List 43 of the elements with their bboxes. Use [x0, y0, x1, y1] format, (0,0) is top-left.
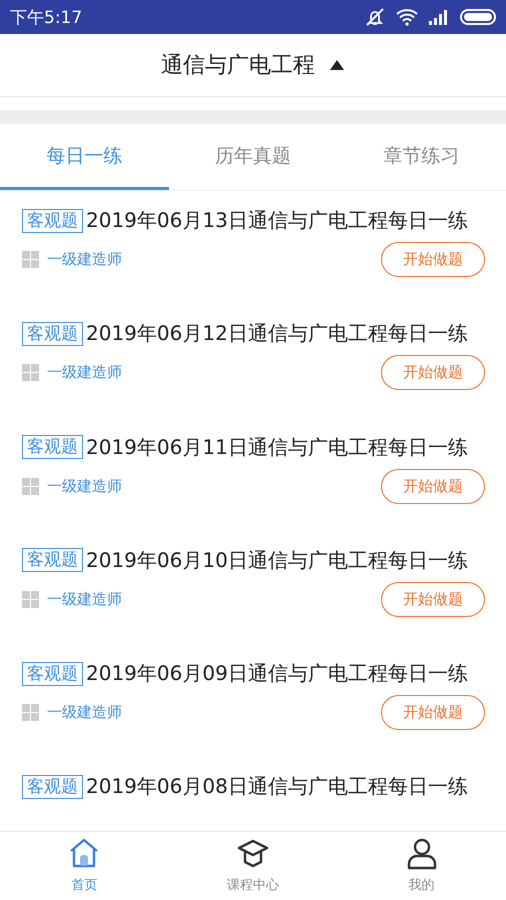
question-type-tag: 客观题 — [22, 208, 83, 232]
battery-icon — [460, 9, 496, 25]
home-icon — [68, 838, 100, 870]
nav-item[interactable]: 我的 — [337, 832, 506, 900]
person-icon — [406, 838, 438, 870]
practice-title[interactable]: 2019年06月10日通信与广电工程每日一练 — [86, 546, 468, 574]
nav-item[interactable]: 首页 — [0, 832, 169, 900]
question-type-tag: 客观题 — [22, 548, 83, 572]
question-type-tag: 客观题 — [22, 774, 83, 799]
practice-title[interactable]: 2019年06月11日通信与广电工程每日一练 — [86, 434, 468, 461]
practice-title[interactable]: 2019年06月13日通信与广电工程每日一练 — [86, 207, 468, 234]
mute-icon — [364, 7, 386, 27]
start-button[interactable]: 开始做题 — [381, 695, 485, 730]
status-time: 下午5:17 — [10, 6, 82, 28]
question-type-tag: 客观题 — [22, 435, 83, 460]
grid-icon — [22, 478, 39, 495]
question-type-tag: 客观题 — [22, 322, 83, 346]
header-title[interactable]: 通信与广电工程 — [161, 50, 315, 80]
category-label: 一级建造师 — [47, 250, 122, 269]
category-label: 一级建造师 — [47, 703, 122, 722]
start-button[interactable]: 开始做题 — [381, 242, 485, 277]
category-label: 一级建造师 — [47, 590, 122, 609]
signal-icon — [428, 9, 450, 25]
graduation-cap-icon — [237, 838, 269, 870]
start-button[interactable]: 开始做题 — [381, 355, 485, 390]
start-button[interactable]: 开始做题 — [381, 468, 485, 504]
grid-icon — [22, 251, 39, 268]
tab[interactable]: 章节练习 — [337, 124, 506, 190]
caret-icon[interactable] — [329, 59, 345, 71]
category-label: 一级建造师 — [47, 363, 122, 382]
tab[interactable]: 历年真题 — [168, 124, 338, 190]
question-type-tag: 客观题 — [22, 662, 83, 686]
category-label: 一级建造师 — [47, 476, 122, 496]
practice-title[interactable]: 2019年06月12日通信与广电工程每日一练 — [86, 320, 468, 348]
nav-item[interactable]: 课程中心 — [168, 832, 338, 900]
wifi-icon — [396, 8, 418, 26]
practice-title[interactable]: 2019年06月09日通信与广电工程每日一练 — [86, 660, 468, 688]
grid-icon — [22, 704, 39, 722]
tab[interactable]: 每日一练 — [0, 124, 169, 190]
grid-icon — [22, 590, 39, 608]
grid-icon — [22, 364, 39, 382]
practice-title[interactable]: 2019年06月08日通信与广电工程每日一练 — [86, 773, 468, 800]
start-button[interactable]: 开始做题 — [381, 582, 485, 617]
